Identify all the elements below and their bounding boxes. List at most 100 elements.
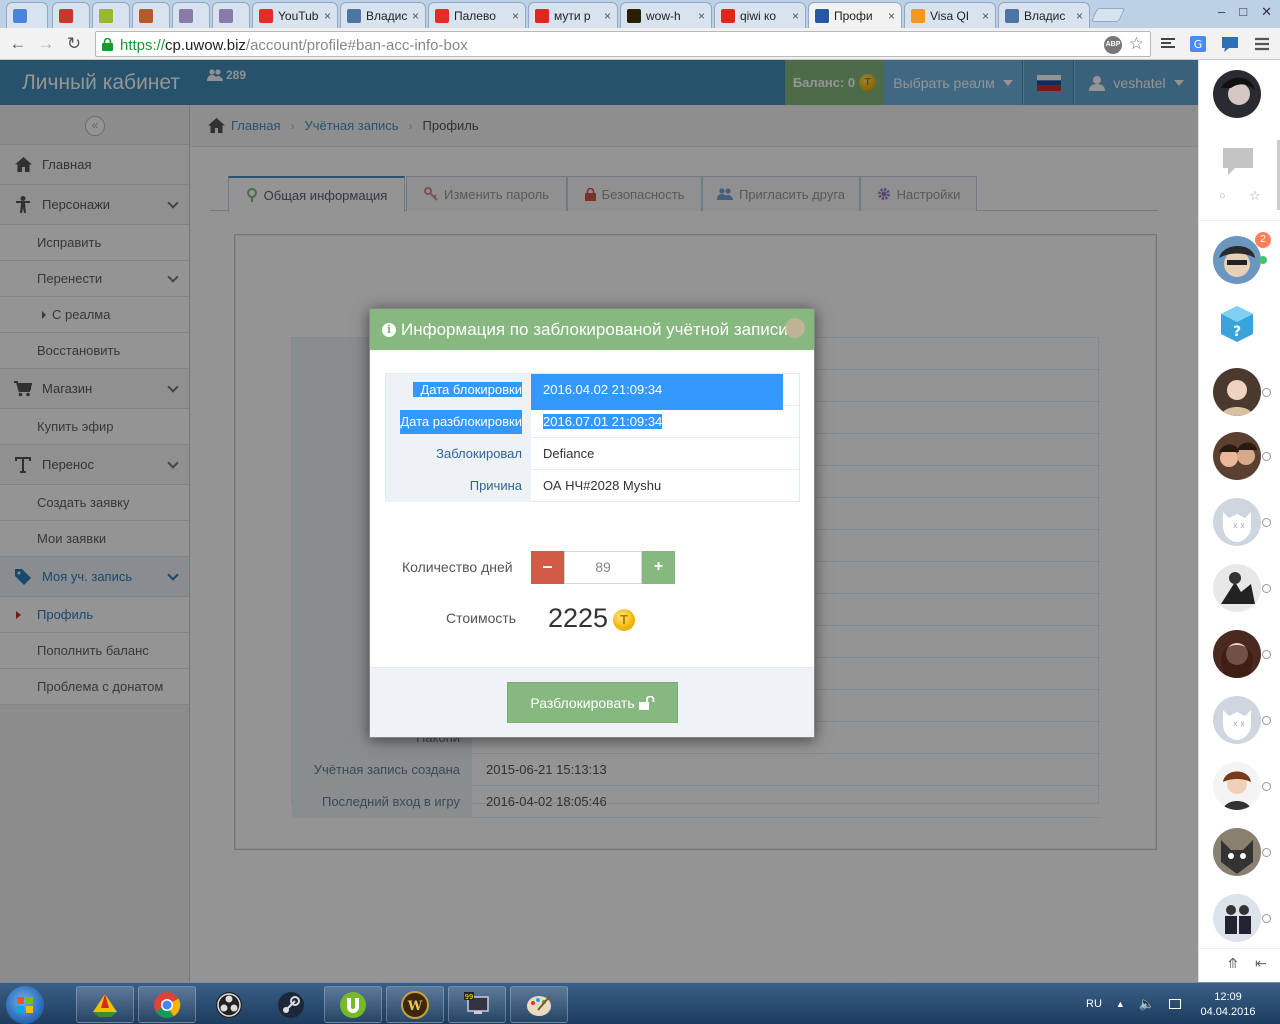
avatar[interactable] xyxy=(1213,70,1261,118)
collapse-panel-icon[interactable]: ⇤ xyxy=(1255,955,1267,972)
pin-icon[interactable]: ⤊ xyxy=(1227,955,1239,972)
days-label: Количество дней xyxy=(402,559,513,575)
avatar[interactable] xyxy=(1213,368,1261,416)
browser-tab-title: qiwi ко xyxy=(740,8,777,23)
taskbar-app-chrome[interactable] xyxy=(138,986,196,1023)
new-tab-button[interactable] xyxy=(1090,8,1126,22)
close-tab-icon[interactable]: × xyxy=(888,9,895,23)
cost-label: Стоимость xyxy=(446,610,517,626)
taskbar-app-utorrent[interactable] xyxy=(324,986,382,1023)
browser-tab[interactable]: мути р × xyxy=(528,2,618,28)
browser-tab[interactable] xyxy=(212,2,250,28)
maximize-icon[interactable]: □ xyxy=(1239,4,1247,20)
steam-icon xyxy=(278,991,304,1018)
favorite-star-icon[interactable]: ☆ xyxy=(1249,188,1261,204)
unlock-button[interactable]: Разблокировать xyxy=(507,682,678,723)
forward-arrow-icon[interactable]: → xyxy=(36,34,56,54)
volume-icon[interactable]: 🔈 xyxy=(1139,996,1155,1012)
app-cube-icon[interactable]: ? xyxy=(1219,304,1255,344)
increase-days-button[interactable]: + xyxy=(642,551,675,584)
cursor-icon xyxy=(219,8,233,23)
status-dot xyxy=(1262,518,1271,527)
avatar[interactable]: x x xyxy=(1213,498,1261,546)
close-tab-icon[interactable]: × xyxy=(512,9,519,23)
translate-icon[interactable]: G xyxy=(1188,34,1208,54)
browser-tab[interactable]: Visa QI × xyxy=(904,2,996,28)
wow-icon: W xyxy=(401,990,429,1019)
browser-tab[interactable] xyxy=(132,2,170,28)
address-bar[interactable]: https://cp.uwow.biz/account/profile#ban-… xyxy=(95,31,1151,57)
browser-tab[interactable] xyxy=(92,2,130,28)
language-indicator[interactable]: RU xyxy=(1086,998,1102,1010)
browser-tab[interactable]: YouTub × xyxy=(252,2,338,28)
tray-expand-icon[interactable]: ▲ xyxy=(1116,999,1125,1009)
svg-text:W: W xyxy=(407,999,423,1014)
youtube-icon xyxy=(259,8,273,23)
taskbar-app-paint[interactable] xyxy=(510,986,568,1023)
system-tray: RU ▲ 🔈 xyxy=(1086,991,1181,1017)
days-input[interactable]: 89 xyxy=(564,551,642,584)
window-controls: – □ ✕ xyxy=(1180,4,1280,20)
close-tab-icon[interactable]: × xyxy=(792,9,799,23)
avatar[interactable] xyxy=(1213,236,1261,284)
avatar[interactable] xyxy=(1213,432,1261,480)
close-tab-icon[interactable]: × xyxy=(1076,9,1083,23)
browser-tab[interactable]: Владис × xyxy=(998,2,1090,28)
svg-text:x x: x x xyxy=(1233,521,1245,530)
status-dot xyxy=(1262,914,1271,923)
browser-tab[interactable] xyxy=(6,2,48,28)
start-button[interactable] xyxy=(6,986,44,1024)
taskbar-app-monitor[interactable]: 99 xyxy=(448,986,506,1023)
swirl-app-icon xyxy=(93,993,117,1017)
taskbar-app-steam[interactable] xyxy=(262,986,320,1023)
status-circle-icon[interactable]: ○ xyxy=(1219,190,1226,202)
reader-icon[interactable] xyxy=(1158,34,1178,54)
days-control: Количество дней – 89 + xyxy=(370,551,814,585)
avatar[interactable]: x x xyxy=(1213,696,1261,744)
status-dot xyxy=(1262,716,1271,725)
table-row: Заблокировал Defiance xyxy=(386,438,799,470)
browser-tab[interactable]: Профи × xyxy=(808,2,902,28)
browser-tab[interactable]: wow-h × xyxy=(620,2,712,28)
browser-tab[interactable] xyxy=(172,2,210,28)
table-row: Причина ОА НЧ#2028 Myshu xyxy=(386,470,799,502)
close-tab-icon[interactable]: × xyxy=(604,9,611,23)
avatar[interactable] xyxy=(1213,762,1261,810)
chat-bubble-icon[interactable] xyxy=(1223,146,1253,176)
avatar[interactable] xyxy=(1213,828,1261,876)
network-icon[interactable] xyxy=(1169,999,1181,1009)
browser-tab[interactable]: qiwi ко × xyxy=(714,2,806,28)
browser-tab[interactable]: Палево × xyxy=(428,2,526,28)
table-row: Дата разблокировки 2016.07.01 21:09:34 xyxy=(386,406,799,438)
close-tab-icon[interactable]: × xyxy=(982,9,989,23)
back-arrow-icon[interactable]: ← xyxy=(8,34,28,54)
ban-info-table: Дата блокировки 2016.04.02 21:09:34 Дата… xyxy=(385,373,800,502)
browser-tab[interactable]: Владис × xyxy=(340,2,426,28)
adblock-icon[interactable]: ABP xyxy=(1104,36,1122,54)
unban-date-value: 2016.07.01 21:09:34 xyxy=(543,414,663,429)
browser-tab-title: wow-h xyxy=(646,8,681,23)
message-icon[interactable] xyxy=(1220,34,1240,54)
close-icon[interactable] xyxy=(785,318,805,338)
browser-tab-bar: YouTub × Владис × Палево × мути р × wow-h × qiwi к… xyxy=(0,0,1280,28)
avatar[interactable] xyxy=(1213,630,1261,678)
status-dot xyxy=(1262,388,1271,397)
taskbar-app-browser[interactable] xyxy=(76,986,134,1023)
avatar[interactable] xyxy=(1213,564,1261,612)
clock[interactable]: 12:09 04.04.2016 xyxy=(1198,990,1258,1020)
reload-icon[interactable]: ↻ xyxy=(64,34,84,54)
close-tab-icon[interactable]: × xyxy=(412,9,419,23)
close-window-icon[interactable]: ✕ xyxy=(1261,4,1272,20)
svg-text:x x: x x xyxy=(1233,719,1245,728)
decrease-days-button[interactable]: – xyxy=(531,551,564,584)
yandex-icon xyxy=(535,8,549,23)
taskbar-app-obs[interactable] xyxy=(200,986,258,1023)
taskbar-app-wow[interactable]: W xyxy=(386,986,444,1023)
avatar[interactable] xyxy=(1213,894,1261,942)
menu-icon[interactable] xyxy=(1252,34,1272,54)
bookmark-star-icon[interactable]: ☆ xyxy=(1129,34,1144,54)
browser-tab[interactable] xyxy=(52,2,90,28)
close-tab-icon[interactable]: × xyxy=(324,9,331,23)
minimize-icon[interactable]: – xyxy=(1218,4,1225,20)
close-tab-icon[interactable]: × xyxy=(698,9,705,23)
